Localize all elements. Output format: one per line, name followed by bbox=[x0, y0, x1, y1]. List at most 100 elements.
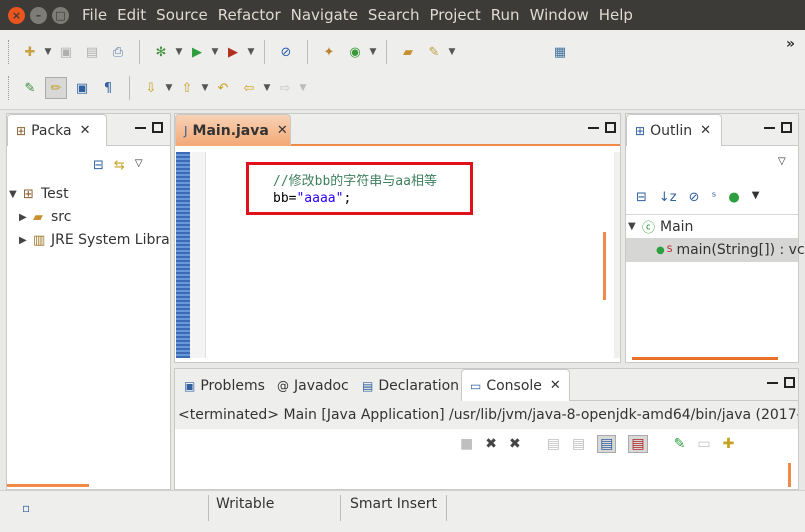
editor-scrollbar[interactable] bbox=[614, 152, 620, 358]
fast-view-icon[interactable]: ▫ bbox=[22, 501, 30, 515]
tab-package-explorer[interactable]: ⊞ Packa ✕ bbox=[7, 114, 107, 146]
menu-window[interactable]: Window bbox=[525, 6, 594, 24]
tree-item-src[interactable]: ▶ ▰ src bbox=[19, 209, 71, 225]
minimize-view-button[interactable] bbox=[767, 381, 778, 384]
outline-item-class[interactable]: ▼ ⓒ Main bbox=[628, 217, 693, 237]
toggle-block-icon[interactable]: ▣ bbox=[71, 77, 93, 99]
new-class-icon[interactable]: ◉ bbox=[344, 41, 366, 63]
tab-javadoc[interactable]: @ Javadoc bbox=[268, 369, 358, 401]
maximize-view-button[interactable] bbox=[781, 122, 792, 133]
open-type-icon[interactable]: ▰ bbox=[397, 41, 419, 63]
expanded-arrow-icon[interactable]: ▼ bbox=[9, 189, 23, 200]
open-console-icon[interactable]: ✚ bbox=[723, 436, 735, 452]
menu-navigate[interactable]: Navigate bbox=[286, 6, 363, 24]
console-output[interactable] bbox=[177, 461, 767, 489]
link-with-editor-icon[interactable]: ⇆ bbox=[114, 158, 125, 173]
back-dropdown-arrow[interactable]: ▼ bbox=[262, 77, 272, 99]
debug-icon[interactable]: ✻ bbox=[150, 41, 172, 63]
view-menu-icon[interactable]: ▽ bbox=[135, 158, 143, 173]
close-icon[interactable]: ✕ bbox=[277, 123, 288, 138]
tab-console[interactable]: ▭ Console ✕ bbox=[461, 369, 570, 401]
show-whitespace-icon[interactable]: ¶ bbox=[97, 77, 119, 99]
back-icon[interactable]: ⇦ bbox=[238, 77, 260, 99]
menu-search[interactable]: Search bbox=[363, 6, 425, 24]
close-icon[interactable]: ✕ bbox=[550, 378, 561, 393]
run-external-icon[interactable]: ▶ bbox=[222, 41, 244, 63]
tab-declaration[interactable]: ▤ Declaration bbox=[353, 369, 469, 401]
maximize-window-button[interactable]: □ bbox=[52, 6, 69, 24]
show-stdout-icon[interactable]: ▤ bbox=[597, 435, 617, 453]
show-stderr-icon[interactable]: ▤ bbox=[628, 435, 648, 453]
run-external-dropdown-arrow[interactable]: ▼ bbox=[246, 41, 256, 63]
save-icon[interactable]: ▣ bbox=[55, 41, 77, 63]
maximize-view-button[interactable] bbox=[152, 122, 163, 133]
prev-edit-icon[interactable]: ⇧ bbox=[176, 77, 198, 99]
remove-all-launches-icon[interactable]: ✖ bbox=[509, 436, 521, 452]
minimize-view-button[interactable] bbox=[588, 126, 599, 129]
new-icon[interactable]: ✚ bbox=[19, 41, 41, 63]
menu-source[interactable]: Source bbox=[151, 6, 213, 24]
forward-icon[interactable]: ⇨ bbox=[274, 77, 296, 99]
open-perspective-icon[interactable]: ▦ bbox=[549, 41, 571, 63]
hide-nonpublic-icon[interactable]: ● bbox=[728, 190, 739, 205]
collapse-all-icon[interactable]: ⊟ bbox=[636, 190, 647, 205]
collapsed-arrow-icon[interactable]: ▶ bbox=[19, 212, 33, 223]
prev-edit-dropdown-arrow[interactable]: ▼ bbox=[200, 77, 210, 99]
menu-file[interactable]: File bbox=[77, 6, 112, 24]
expanded-arrow-icon[interactable]: ▼ bbox=[628, 221, 642, 232]
minimize-window-button[interactable]: – bbox=[30, 6, 47, 24]
hide-fields-icon[interactable]: ⊘ bbox=[689, 190, 700, 205]
tree-item-project[interactable]: ▼ ⊞ Test bbox=[9, 186, 69, 202]
toolbar-grip[interactable] bbox=[8, 76, 11, 100]
collapsed-arrow-icon[interactable]: ▶ bbox=[19, 235, 33, 246]
toolbar-overflow-button[interactable]: » bbox=[786, 36, 795, 52]
collapse-all-icon[interactable]: ⊟ bbox=[93, 158, 104, 173]
tree-item-jre[interactable]: ▶ ▥ JRE System Libra bbox=[19, 232, 170, 248]
save-all-icon[interactable]: ▤ bbox=[81, 41, 103, 63]
menu-run[interactable]: Run bbox=[486, 6, 525, 24]
close-icon[interactable]: ✕ bbox=[700, 123, 711, 138]
close-window-button[interactable]: × bbox=[8, 6, 25, 24]
sort-icon[interactable]: ↓z bbox=[659, 190, 677, 205]
pin-console-icon[interactable]: ✎ bbox=[674, 436, 686, 452]
view-menu-icon[interactable]: ▼ bbox=[752, 190, 760, 205]
run-icon[interactable]: ▶ bbox=[186, 41, 208, 63]
run-dropdown-arrow[interactable]: ▼ bbox=[210, 41, 220, 63]
minimize-view-button[interactable] bbox=[135, 126, 146, 129]
forward-dropdown-arrow[interactable]: ▼ bbox=[298, 77, 308, 99]
scroll-lock-icon[interactable]: ▤ bbox=[572, 436, 585, 452]
menu-project[interactable]: Project bbox=[424, 6, 485, 24]
new-package-icon[interactable]: ✦ bbox=[318, 41, 340, 63]
next-annotation-icon[interactable]: ✎ bbox=[19, 77, 41, 99]
toggle-mark-icon[interactable]: ✏ bbox=[45, 77, 67, 99]
menu-edit[interactable]: Edit bbox=[112, 6, 151, 24]
tab-outline[interactable]: ⊞ Outlin ✕ bbox=[626, 114, 722, 146]
tab-main-java[interactable]: J Main.java ✕ bbox=[175, 114, 291, 146]
remove-launch-icon[interactable]: ✖ bbox=[485, 436, 497, 452]
next-edit-dropdown-arrow[interactable]: ▼ bbox=[164, 77, 174, 99]
view-menu-icon[interactable]: ▽ bbox=[778, 156, 786, 167]
debug-dropdown-arrow[interactable]: ▼ bbox=[174, 41, 184, 63]
search-dropdown-arrow[interactable]: ▼ bbox=[447, 41, 457, 63]
menu-refactor[interactable]: Refactor bbox=[213, 6, 286, 24]
search-icon[interactable]: ✎ bbox=[423, 41, 445, 63]
close-icon[interactable]: ✕ bbox=[80, 123, 91, 138]
minimize-view-button[interactable] bbox=[764, 126, 775, 129]
display-console-icon[interactable]: ▭ bbox=[697, 436, 710, 452]
hide-static-icon[interactable]: ˢ bbox=[712, 190, 717, 205]
print-icon[interactable]: ⎙ bbox=[107, 41, 129, 63]
menu-help[interactable]: Help bbox=[594, 6, 638, 24]
skip-breakpoints-icon[interactable]: ⊘ bbox=[275, 41, 297, 63]
toolbar-grip[interactable] bbox=[8, 40, 11, 64]
terminate-icon[interactable]: ■ bbox=[460, 436, 473, 452]
declaration-icon: ▤ bbox=[362, 378, 374, 393]
new-class-dropdown-arrow[interactable]: ▼ bbox=[368, 41, 378, 63]
maximize-view-button[interactable] bbox=[605, 122, 616, 133]
outline-item-method[interactable]: ● S main(String[]) : vc bbox=[626, 238, 805, 262]
new-dropdown-arrow[interactable]: ▼ bbox=[43, 41, 53, 63]
clear-console-icon[interactable]: ▤ bbox=[547, 436, 560, 452]
maximize-view-button[interactable] bbox=[784, 377, 795, 388]
next-edit-icon[interactable]: ⇩ bbox=[140, 77, 162, 99]
last-edit-icon[interactable]: ↶ bbox=[212, 77, 234, 99]
tab-problems[interactable]: ▣ Problems bbox=[175, 369, 274, 401]
